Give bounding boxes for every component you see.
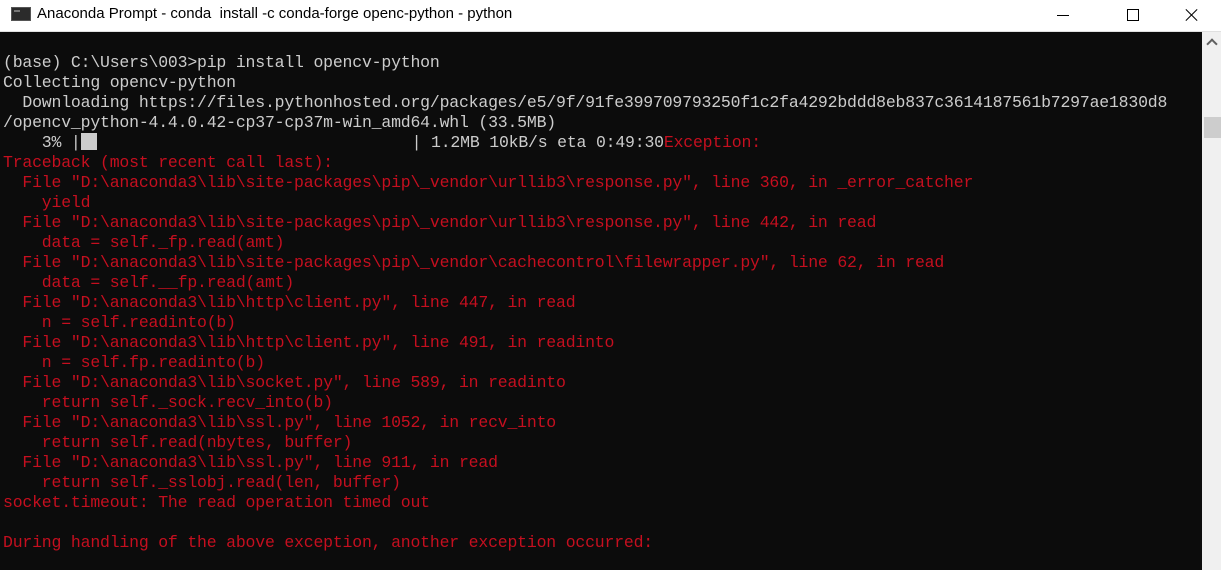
traceback-line: n = self.readinto(b) (3, 313, 236, 332)
traceback-line: return self.read(nbytes, buffer) (3, 433, 353, 452)
traceback-line: n = self.fp.readinto(b) (3, 353, 265, 372)
progress-percent: 3% | (3, 133, 81, 152)
traceback-block: Traceback (most recent call last): File … (3, 153, 1167, 553)
traceback-line: File "D:\anaconda3\lib\ssl.py", line 911… (3, 453, 498, 472)
traceback-line: yield (3, 193, 91, 212)
close-button[interactable] (1169, 0, 1215, 30)
traceback-line: During handling of the above exception, … (3, 533, 654, 552)
traceback-line: data = self.__fp.read(amt) (3, 273, 295, 292)
traceback-line: socket.timeout: The read operation timed… (3, 493, 430, 512)
progress-stats: | 1.2MB 10kB/s eta 0:49:30 (411, 133, 664, 152)
progress-bar-fill (80, 133, 97, 150)
traceback-line: File "D:\anaconda3\lib\http\client.py", … (3, 293, 576, 312)
vertical-scrollbar[interactable] (1202, 32, 1221, 570)
traceback-line: File "D:\anaconda3\lib\site-packages\pip… (3, 253, 945, 272)
traceback-line: File "D:\anaconda3\lib\http\client.py", … (3, 333, 615, 352)
exception-label: Exception: (663, 133, 761, 152)
prompt-line: (base) C:\Users\003>pip install opencv-p… (3, 53, 440, 72)
scroll-up-button[interactable] (1202, 32, 1221, 52)
maximize-button[interactable] (1110, 0, 1156, 30)
traceback-line: File "D:\anaconda3\lib\site-packages\pip… (3, 213, 877, 232)
downloading-line: Downloading https://files.pythonhosted.o… (3, 93, 1168, 112)
wheel-line: /opencv_python-4.4.0.42-cp37-cp37m-win_a… (3, 113, 556, 132)
close-icon (1185, 8, 1199, 22)
traceback-line (3, 513, 1167, 533)
minimize-button[interactable] (1040, 0, 1086, 30)
chevron-up-icon (1205, 38, 1218, 50)
terminal-output[interactable]: (base) C:\Users\003>pip install opencv-p… (0, 32, 1202, 570)
scroll-thumb[interactable] (1204, 117, 1221, 138)
traceback-line: Traceback (most recent call last): (3, 153, 333, 172)
window-title: Anaconda Prompt - conda install -c conda… (37, 5, 513, 22)
traceback-line: File "D:\anaconda3\lib\socket.py", line … (3, 373, 566, 392)
traceback-line: return self._sslobj.read(len, buffer) (3, 473, 401, 492)
progress-line: 3% | | 1.2MB 10kB/s eta 0:49:30Exception: (3, 133, 1167, 153)
collecting-line: Collecting opencv-python (3, 73, 236, 92)
maximize-icon (1127, 9, 1139, 21)
traceback-line: return self._sock.recv_into(b) (3, 393, 333, 412)
terminal-icon (11, 7, 31, 21)
traceback-line: File "D:\anaconda3\lib\ssl.py", line 105… (3, 413, 556, 432)
traceback-line: data = self._fp.read(amt) (3, 233, 285, 252)
traceback-line: File "D:\anaconda3\lib\site-packages\pip… (3, 173, 974, 192)
title-bar[interactable]: Anaconda Prompt - conda install -c conda… (0, 0, 1221, 32)
minimize-icon (1057, 14, 1069, 16)
